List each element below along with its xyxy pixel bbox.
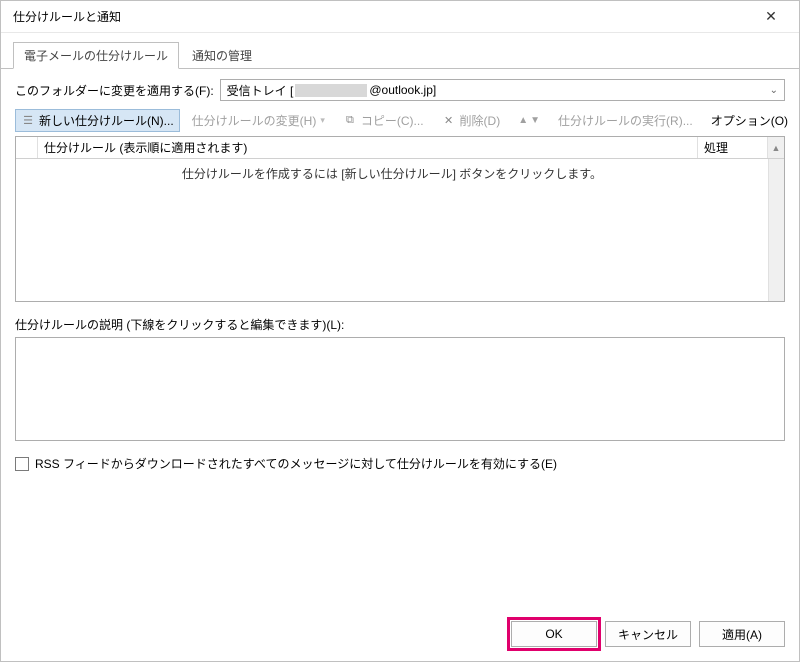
apply-label: 適用(A) [722,626,762,643]
scroll-up-button[interactable]: ▲ [768,137,784,158]
move-up-button[interactable]: ▲ [518,115,528,126]
change-rule-label: 仕分けルールの変更(H) [192,112,317,129]
dropdown-icon: ▾ [320,115,325,126]
rss-checkbox[interactable] [15,457,29,471]
dialog-footer: OK キャンセル 適用(A) [1,611,799,661]
selected-folder-value: 受信トレイ [ @outlook.jp] [227,82,437,99]
rules-list-body: 仕分けルールを作成するには [新しい仕分けルール] ボタンをクリックします。 [16,159,784,301]
change-rule-button[interactable]: 仕分けルールの変更(H) ▾ [186,109,331,132]
col-checkbox[interactable] [16,137,38,158]
window-title: 仕分けルールと通知 [13,8,121,25]
empty-rules-message: 仕分けルールを作成するには [新しい仕分けルール] ボタンをクリックします。 [16,159,768,301]
domain-part: @outlook.jp] [369,83,436,97]
col-action-header[interactable]: 処理 [698,137,768,158]
options-label: オプション(O) [711,112,788,129]
run-rules-button[interactable]: 仕分けルールの実行(R)... [552,109,699,132]
tab-strip: 電子メールの仕分けルール 通知の管理 [1,33,799,69]
rules-list: 仕分けルール (表示順に適用されます) 処理 ▲ 仕分けルールを作成するには [… [15,136,785,302]
folder-row: このフォルダーに変更を適用する(F): 受信トレイ [ @outlook.jp]… [1,69,799,107]
delete-label: 削除(D) [460,112,501,129]
account-masked [295,84,367,97]
tab-label: 電子メールの仕分けルール [24,49,168,63]
rules-and-alerts-window: 仕分けルールと通知 ✕ 電子メールの仕分けルール 通知の管理 このフォルダーに変… [0,0,800,662]
rss-checkbox-label[interactable]: RSS フィードからダウンロードされたすべてのメッセージに対して仕分けルールを有… [35,455,557,472]
cancel-label: キャンセル [618,626,678,643]
col-rule-header[interactable]: 仕分けルール (表示順に適用されます) [38,137,698,158]
new-rule-button[interactable]: ☰ 新しい仕分けルール(N)... [15,109,180,132]
chevron-down-icon: ⌄ [770,85,778,96]
inbox-label-part: 受信トレイ [ [227,82,294,99]
vertical-scrollbar[interactable] [768,159,784,301]
copy-rule-button[interactable]: ⧉ コピー(C)... [337,109,430,132]
tab-email-rules[interactable]: 電子メールの仕分けルール [13,42,179,69]
tab-label: 通知の管理 [192,49,252,63]
move-buttons: ▲ ▼ [512,112,546,129]
spacer [1,486,799,611]
titlebar: 仕分けルールと通知 ✕ [1,1,799,33]
folder-combobox[interactable]: 受信トレイ [ @outlook.jp] ⌄ [220,79,785,101]
tab-manage-alerts[interactable]: 通知の管理 [181,42,263,69]
apply-button[interactable]: 適用(A) [699,621,785,647]
copy-label: コピー(C)... [361,112,424,129]
close-icon: ✕ [765,8,777,25]
cancel-button[interactable]: キャンセル [605,621,691,647]
rules-list-header: 仕分けルール (表示順に適用されます) 処理 ▲ [16,137,784,159]
rule-description-label: 仕分けルールの説明 (下線をクリックすると編集できます)(L): [1,308,799,337]
copy-icon: ⧉ [343,114,357,128]
move-down-button[interactable]: ▼ [530,115,540,126]
new-rule-label: 新しい仕分けルール(N)... [39,112,174,129]
apply-changes-label: このフォルダーに変更を適用する(F): [15,82,214,99]
options-button[interactable]: オプション(O) [705,109,794,132]
delete-icon: ✕ [442,114,456,128]
rules-toolbar: ☰ 新しい仕分けルール(N)... 仕分けルールの変更(H) ▾ ⧉ コピー(C… [1,107,799,134]
delete-rule-button[interactable]: ✕ 削除(D) [436,109,507,132]
ok-label: OK [545,627,562,641]
rule-description-area[interactable] [15,337,785,441]
rss-checkbox-row: RSS フィードからダウンロードされたすべてのメッセージに対して仕分けルールを有… [1,441,799,486]
col-action-label: 処理 [704,141,728,155]
col-rule-label: 仕分けルール (表示順に適用されます) [44,141,247,155]
run-rules-label: 仕分けルールの実行(R)... [558,112,693,129]
close-button[interactable]: ✕ [751,3,791,31]
new-rule-icon: ☰ [21,114,35,128]
ok-button[interactable]: OK [511,621,597,647]
